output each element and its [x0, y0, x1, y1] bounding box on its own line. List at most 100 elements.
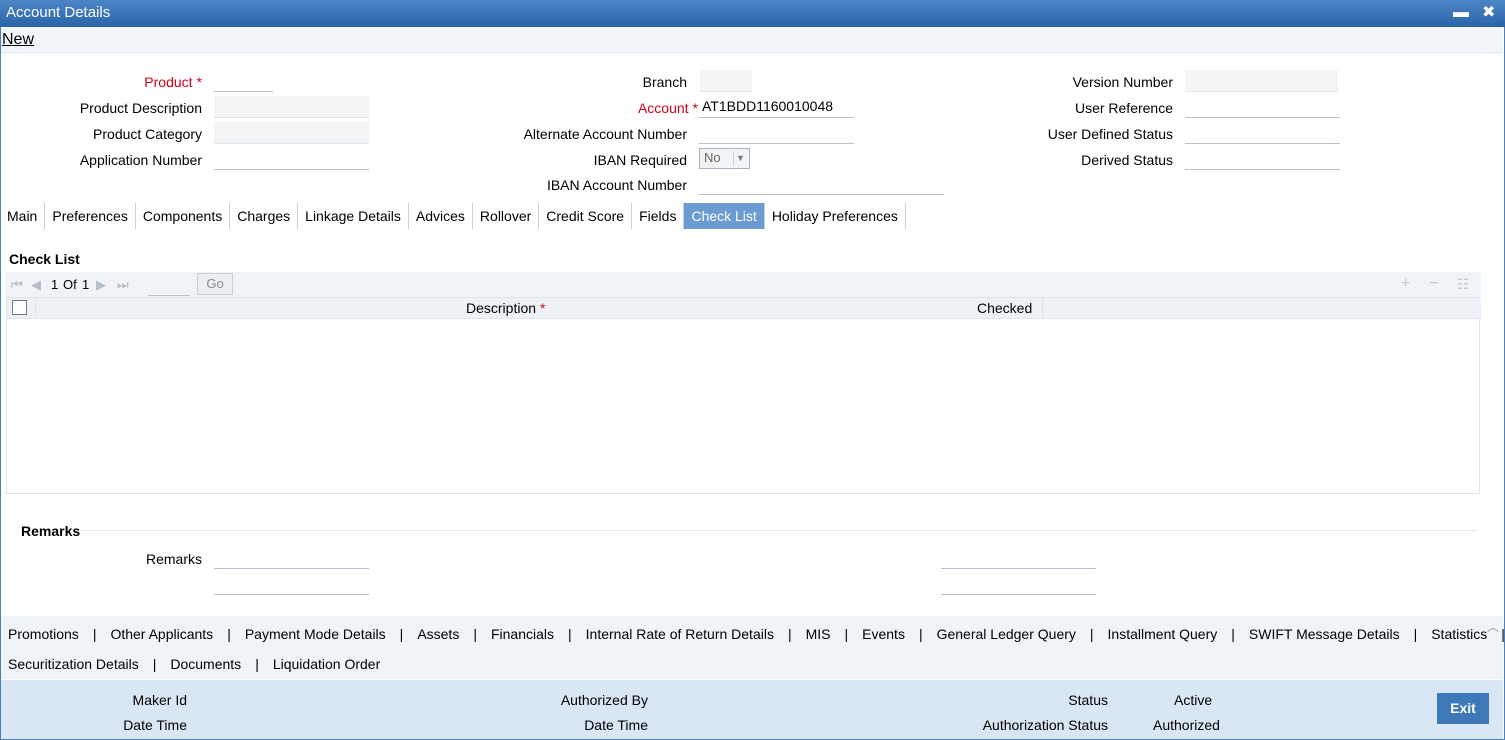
exit-button[interactable]: Exit — [1437, 693, 1489, 724]
version-number-field — [1185, 70, 1338, 92]
checker-date-time-label: Date Time — [584, 717, 648, 733]
link-separator: | — [255, 656, 259, 672]
tab-linkage-details[interactable]: Linkage Details — [298, 203, 409, 229]
link-separator: | — [227, 626, 231, 642]
user-reference-label: User Reference — [1074, 100, 1173, 116]
link-other-applicants[interactable]: Other Applicants — [110, 626, 213, 642]
remarks-label: Remarks — [145, 551, 202, 567]
link-swift-message-details[interactable]: SWIFT Message Details — [1249, 626, 1400, 642]
next-page-icon[interactable]: ▶ — [96, 277, 106, 293]
link-documents[interactable]: Documents — [170, 656, 241, 672]
iban-required-label: IBAN Required — [593, 152, 687, 168]
tab-components[interactable]: Components — [136, 203, 231, 229]
link-separator: | — [844, 626, 849, 642]
link-separator: | — [568, 626, 572, 642]
grid-header: Description * Checked — [7, 298, 1481, 319]
branch-field — [700, 70, 752, 92]
user-reference-input[interactable] — [1185, 96, 1340, 118]
tab-main[interactable]: Main — [0, 203, 46, 229]
iban-required-value: No — [704, 150, 721, 165]
pager-current: 1 — [51, 277, 59, 292]
pager-total: 1 — [82, 277, 90, 292]
remarks-input-1[interactable] — [214, 547, 369, 569]
product-category-field — [214, 122, 369, 144]
maker-date-time-label: Date Time — [123, 717, 187, 733]
link-assets[interactable]: Assets — [417, 626, 459, 642]
link-separator: | — [92, 626, 97, 642]
tab-check-list[interactable]: Check List — [684, 203, 765, 229]
go-button[interactable]: Go — [197, 273, 233, 295]
derived-status-input[interactable] — [1185, 148, 1340, 170]
link-separator: | — [787, 626, 792, 642]
link-internal-rate-of-return[interactable]: Internal Rate of Return Details — [586, 626, 774, 642]
link-installment-query[interactable]: Installment Query — [1108, 626, 1218, 642]
product-input[interactable] — [214, 70, 273, 92]
link-payment-mode-details[interactable]: Payment Mode Details — [245, 626, 386, 642]
link-liquidation-order[interactable]: Liquidation Order — [273, 656, 380, 672]
remarks-input-2[interactable] — [214, 573, 369, 595]
tab-credit-score[interactable]: Credit Score — [539, 203, 633, 229]
product-label: Product * — [144, 74, 202, 90]
remarks-divider — [80, 530, 1476, 531]
tab-advices[interactable]: Advices — [409, 203, 473, 229]
link-statistics[interactable]: Statistics — [1431, 626, 1487, 642]
application-number-label: Application Number — [79, 152, 202, 168]
link-separator: | — [152, 656, 157, 672]
iban-account-input[interactable] — [699, 173, 944, 195]
link-general-ledger-query[interactable]: General Ledger Query — [937, 626, 1076, 642]
links-row-2: Securitization Details | Documents | Liqui… — [8, 656, 380, 672]
audit-footer: Maker Id Date Time Authorized By Date Ti… — [1, 680, 1503, 739]
checklist-title: Check List — [9, 251, 80, 267]
scroll-up-icon[interactable]: ︿ — [1487, 618, 1499, 635]
branch-label: Branch — [642, 74, 687, 90]
link-mis[interactable]: MIS — [806, 626, 831, 642]
application-number-input[interactable] — [214, 148, 369, 170]
add-row-icon[interactable]: + — [1401, 275, 1410, 293]
version-number-label: Version Number — [1072, 74, 1173, 90]
link-separator: | — [473, 626, 477, 642]
remarks-input-4[interactable] — [941, 573, 1096, 595]
link-separator: | — [1413, 626, 1418, 642]
first-page-icon[interactable]: ⏮ — [11, 277, 23, 293]
page-number-input[interactable] — [148, 274, 190, 296]
new-link[interactable]: New — [2, 31, 34, 49]
status-label: Status — [1068, 692, 1108, 708]
view-list-icon[interactable]: ☷ — [1457, 276, 1470, 293]
link-promotions[interactable]: Promotions — [8, 626, 79, 642]
link-securitization-details[interactable]: Securitization Details — [8, 656, 139, 672]
description-column-header: Description * — [466, 300, 546, 316]
last-page-icon[interactable]: ⏭ — [117, 277, 129, 293]
tab-fields[interactable]: Fields — [632, 203, 685, 229]
status-value: Active — [1174, 692, 1213, 708]
account-label: Account * — [637, 100, 698, 116]
prev-page-icon[interactable]: ◀ — [31, 277, 41, 293]
close-icon[interactable]: ✖ — [1482, 3, 1495, 23]
user-defined-status-label: User Defined Status — [1047, 126, 1173, 142]
account-input[interactable]: AT1BDD1160010048 — [699, 96, 854, 118]
checklist-grid: Description * Checked — [6, 297, 1481, 494]
link-separator: | — [399, 626, 404, 642]
iban-required-select[interactable]: No ▼ — [699, 148, 750, 169]
maker-id-label: Maker Id — [132, 692, 187, 708]
tab-holiday-preferences[interactable]: Holiday Preferences — [765, 203, 906, 229]
tab-preferences[interactable]: Preferences — [45, 203, 136, 229]
alternate-account-input[interactable] — [699, 122, 854, 144]
product-category-label: Product Category — [93, 126, 202, 142]
link-separator: | — [1501, 626, 1505, 642]
tab-rollover[interactable]: Rollover — [473, 203, 540, 229]
iban-account-label: IBAN Account Number — [546, 177, 687, 193]
user-defined-status-input[interactable] — [1185, 122, 1340, 144]
delete-row-icon[interactable]: − — [1429, 275, 1438, 293]
window-title: Account Details — [6, 4, 111, 21]
tab-bar: Main Preferences Components Charges Link… — [0, 203, 906, 229]
links-row-1: Promotions | Other Applicants | Payment Mo… — [8, 626, 1505, 642]
link-separator: | — [1089, 626, 1094, 642]
authorization-status-label: Authorization Status — [982, 717, 1108, 733]
tab-charges[interactable]: Charges — [230, 203, 299, 229]
select-all-checkbox[interactable] — [12, 300, 27, 315]
minimize-icon[interactable]: ▬ — [1453, 3, 1469, 23]
remarks-input-3[interactable] — [941, 547, 1096, 569]
column-divider — [1042, 298, 1043, 319]
link-events[interactable]: Events — [862, 626, 905, 642]
link-financials[interactable]: Financials — [491, 626, 554, 642]
